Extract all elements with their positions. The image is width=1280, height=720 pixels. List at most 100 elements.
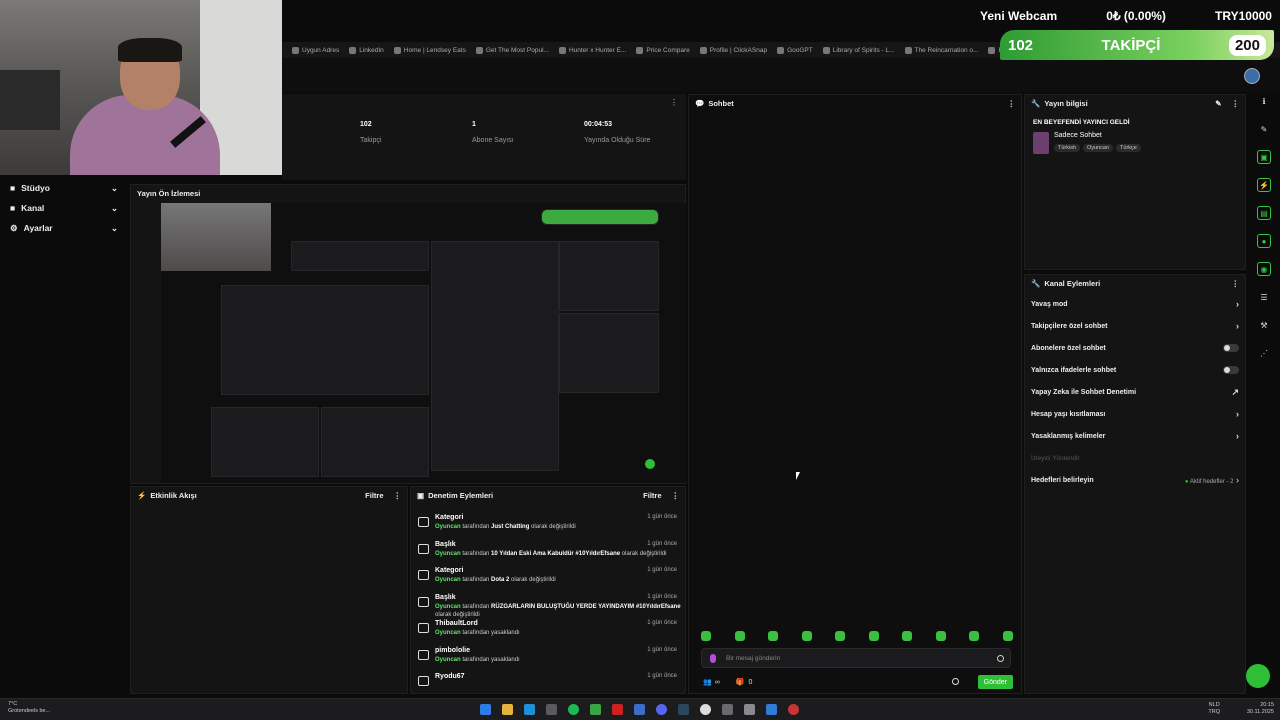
emote-icon[interactable]: [969, 631, 980, 641]
list-item: pimbololie Oyuncan tarafından yasaklandı 1…: [411, 644, 685, 671]
sidebar-item-0[interactable]: ■ Stüdyo ⌄: [0, 178, 128, 198]
webcam-feed: [0, 0, 282, 175]
clock-date: 30.11.2025: [1246, 709, 1274, 715]
help-button[interactable]: [1246, 664, 1270, 688]
chevron-right-icon: ›: [1236, 321, 1239, 331]
stream-tag[interactable]: Türkçe: [1116, 144, 1141, 152]
emote-icon[interactable]: [701, 631, 711, 641]
gift-icon[interactable]: 🎁: [736, 678, 745, 686]
app-gray-icon[interactable]: [744, 704, 755, 715]
mod-row-post: olarak değiştirildi: [620, 550, 667, 557]
edit-icon[interactable]: ✎: [1215, 99, 1221, 108]
info-icon[interactable]: ℹ: [1257, 94, 1271, 108]
broadcast-icon[interactable]: ◉: [1257, 262, 1271, 276]
app-icon[interactable]: [546, 704, 557, 715]
spotify-icon[interactable]: [568, 704, 579, 715]
channel-action-item[interactable]: Yapay Zeka ile Sohbet Denetimi ↗: [1025, 381, 1245, 403]
more-icon[interactable]: ⋮: [670, 98, 678, 107]
discord-icon[interactable]: [656, 704, 667, 715]
bookmark-item[interactable]: GooGPT: [777, 46, 813, 54]
gear-icon[interactable]: [952, 678, 959, 685]
toggle-switch[interactable]: [1223, 366, 1239, 374]
channel-action-item[interactable]: Takipçilere özel sohbet ›: [1025, 315, 1245, 337]
bookmark-item[interactable]: Home | Lendsey Eats: [393, 46, 466, 54]
wrench-icon[interactable]: ⚒: [1257, 318, 1271, 332]
emote-icon[interactable]: [768, 631, 779, 641]
more-icon[interactable]: ⋮: [394, 491, 402, 500]
bookmark-item[interactable]: Hunter x Hunter E...: [558, 46, 627, 54]
bookmark-item[interactable]: Get The Most Popul...: [475, 46, 549, 54]
mod-row-user[interactable]: Oyuncan: [435, 524, 461, 530]
channel-action-item[interactable]: Yalnızca ifadelerle sohbet: [1025, 359, 1245, 381]
emote-icon[interactable]: [902, 631, 913, 641]
bookmark-item[interactable]: LinkedIn: [349, 46, 384, 54]
mod-row-user[interactable]: Oyuncan: [435, 551, 461, 557]
channel-action-item[interactable]: Abonelere özel sohbet: [1025, 337, 1245, 359]
list-icon[interactable]: ☰: [1257, 290, 1271, 304]
emote-icon[interactable]: [935, 631, 946, 641]
send-button[interactable]: Gönder: [977, 675, 1013, 689]
pencil-icon[interactable]: ✎: [1257, 122, 1271, 136]
bookmark-item[interactable]: Profile | ClickASnap: [699, 46, 767, 54]
chat-input[interactable]: Bir mesaj gönderin: [701, 648, 1011, 668]
bolt-icon[interactable]: ⚡: [1257, 178, 1271, 192]
bookmark-item[interactable]: Uygun Adres: [292, 46, 339, 54]
more-icon[interactable]: ⋮: [672, 491, 680, 500]
activity-filter-button[interactable]: Filtre: [365, 491, 383, 500]
bookmark-label: Hunter x Hunter E...: [568, 46, 627, 54]
app-red-icon[interactable]: [612, 704, 623, 715]
windows-start-icon[interactable]: [480, 704, 491, 715]
toggle-switch[interactable]: [1223, 344, 1239, 352]
mod-row-user[interactable]: Oyuncan: [435, 630, 461, 636]
more-icon[interactable]: ⋮: [1232, 279, 1240, 288]
camera-icon[interactable]: ▣: [1257, 150, 1271, 164]
connections-icon[interactable]: ⋰: [1257, 346, 1271, 360]
mod-row-user[interactable]: Oyuncan: [435, 577, 461, 583]
stream-tag[interactable]: Türkish: [1054, 144, 1081, 152]
channel-action-item[interactable]: Hesap yaşı kısıtlaması ›: [1025, 403, 1245, 425]
steam-icon[interactable]: [678, 704, 689, 715]
mod-filter-button[interactable]: Filtre: [643, 491, 661, 500]
emote-icon[interactable]: [801, 631, 812, 641]
stream-tag[interactable]: Oyuncan: [1083, 144, 1114, 152]
preview-activity: [211, 407, 319, 477]
bookmark-label: The Reincarnation o...: [914, 46, 979, 54]
mod-row-user[interactable]: Oyuncan: [435, 657, 461, 663]
chrome-icon[interactable]: [700, 704, 711, 715]
language-indicator[interactable]: NLD TRQ: [1208, 702, 1220, 716]
chevron-down-icon: ⌄: [110, 202, 118, 213]
vscode-icon[interactable]: [766, 704, 777, 715]
mod-row-user[interactable]: Oyuncan: [435, 604, 461, 610]
emote-icon[interactable]: [835, 631, 846, 641]
channel-action-item[interactable]: Yasaklanmış kelimeler ›: [1025, 425, 1245, 447]
file-explorer-icon[interactable]: [502, 704, 513, 715]
document-icon[interactable]: ▤: [1257, 206, 1271, 220]
bookmark-item[interactable]: Library of Spirits - L...: [822, 46, 895, 54]
app-blue-icon[interactable]: [634, 704, 645, 715]
mod-row-pre: tarafından yasaklandı: [460, 656, 520, 663]
edge-icon[interactable]: [524, 704, 535, 715]
emote-icon[interactable]: [1002, 631, 1013, 641]
chat-icon[interactable]: ●: [1257, 234, 1271, 248]
bookmark-favicon-icon: [393, 46, 401, 54]
xbox-icon[interactable]: [590, 704, 601, 715]
more-icon[interactable]: ⋮: [1008, 99, 1016, 108]
channel-action-item[interactable]: Yavaş mod ›: [1025, 293, 1245, 315]
sidebar-item-2[interactable]: ⚙ Ayarlar ⌄: [0, 218, 128, 238]
weather-widget[interactable]: 7°C Grotendeels be...: [8, 701, 50, 715]
avatar[interactable]: [1244, 68, 1260, 84]
more-icon[interactable]: ⋮: [1232, 99, 1240, 108]
channel-action-item[interactable]: Hedefleri belirleyin ● Aktif hedefler - 2…: [1025, 469, 1245, 491]
emote-icon[interactable]: [734, 631, 745, 641]
mod-row-pre: tarafından: [460, 577, 492, 583]
mic-icon[interactable]: [710, 654, 716, 663]
settings-icon[interactable]: [722, 704, 733, 715]
app-circle-icon[interactable]: [788, 704, 799, 715]
system-clock[interactable]: 20:15 30.11.2025: [1247, 702, 1274, 716]
emoji-icon[interactable]: [997, 655, 1004, 662]
bookmark-item[interactable]: Price Compare: [636, 46, 690, 54]
bookmark-item[interactable]: The Reincarnation o...: [904, 46, 979, 54]
emote-icon[interactable]: [868, 631, 879, 641]
sidebar-item-1[interactable]: ■ Kanal ⌄: [0, 198, 128, 218]
stat-value: 102: [360, 121, 372, 128]
